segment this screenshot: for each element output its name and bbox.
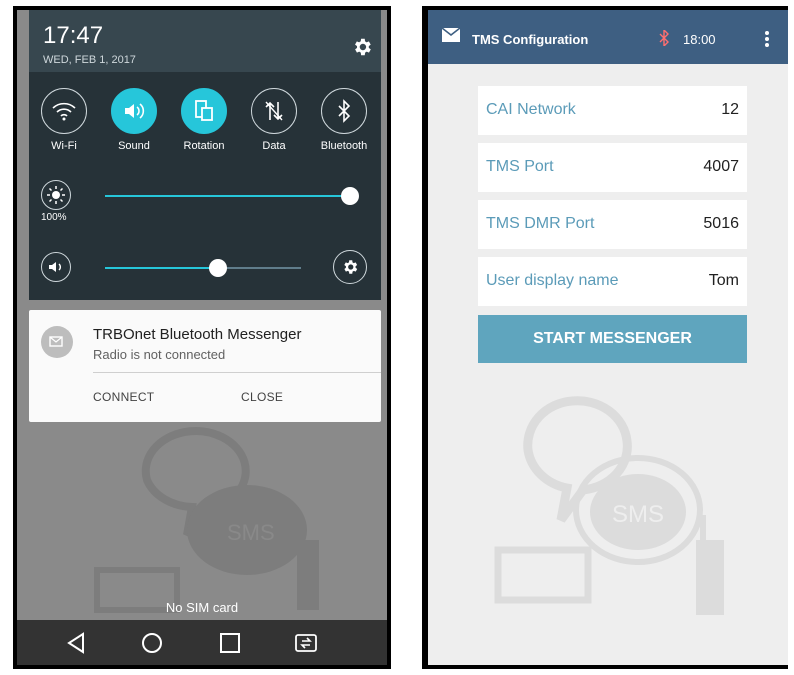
app-action-bar: TMS Configuration 18:00 bbox=[428, 10, 788, 64]
toggle-sound[interactable]: Sound bbox=[99, 88, 169, 158]
bluetooth-status-icon bbox=[659, 30, 669, 46]
brightness-percent: 100% bbox=[41, 212, 67, 223]
toggle-label: Rotation bbox=[183, 140, 225, 152]
status-time: 18:00 bbox=[683, 32, 716, 47]
quick-settings-panel: 17:47 WED, FEB 1, 2017 Wi-Fi Sound Rotat… bbox=[29, 10, 381, 300]
back-icon[interactable] bbox=[59, 627, 93, 659]
overflow-menu-icon[interactable] bbox=[764, 30, 770, 48]
navigation-bar bbox=[17, 620, 387, 665]
tms-dmr-port-field[interactable]: TMS DMR Port 5016 bbox=[478, 200, 747, 249]
notification-divider bbox=[93, 372, 381, 373]
mail-icon bbox=[442, 28, 460, 42]
toggle-rotation[interactable]: Rotation bbox=[169, 88, 239, 158]
field-label: CAI Network bbox=[486, 101, 576, 118]
recents-icon[interactable] bbox=[213, 627, 247, 659]
field-value[interactable]: 12 bbox=[721, 101, 739, 119]
clock-date: WED, FEB 1, 2017 bbox=[43, 54, 136, 66]
right-phone-screen: TMS Configuration 18:00 CAI Network 12 T… bbox=[428, 10, 788, 665]
field-value[interactable]: Tom bbox=[709, 272, 739, 290]
field-label: User display name bbox=[486, 272, 619, 289]
toggle-data[interactable]: Data bbox=[239, 88, 309, 158]
tms-port-field[interactable]: TMS Port 4007 bbox=[478, 143, 747, 192]
close-button[interactable]: CLOSE bbox=[241, 390, 283, 404]
toggle-wifi[interactable]: Wi-Fi bbox=[29, 88, 99, 158]
messenger-notification[interactable]: TRBOnet Bluetooth Messenger Radio is not… bbox=[29, 310, 381, 422]
field-value[interactable]: 5016 bbox=[703, 215, 739, 233]
app-title: TMS Configuration bbox=[472, 32, 589, 47]
field-label: TMS Port bbox=[486, 158, 554, 175]
field-label: TMS DMR Port bbox=[486, 215, 595, 232]
watermark-sms-text: SMS bbox=[612, 501, 664, 528]
volume-thumb[interactable] bbox=[209, 259, 227, 277]
quick-settings-toggles: Wi-Fi Sound Rotation Data Bluetooth bbox=[29, 88, 381, 158]
brightness-icon bbox=[41, 180, 71, 210]
field-value[interactable]: 4007 bbox=[703, 158, 739, 176]
background-sms-text: SMS bbox=[227, 520, 275, 545]
connect-button[interactable]: CONNECT bbox=[93, 390, 154, 404]
toggle-label: Wi-Fi bbox=[51, 140, 77, 152]
home-icon[interactable] bbox=[135, 627, 169, 659]
toggle-label: Sound bbox=[118, 140, 150, 152]
sim-status-text: No SIM card bbox=[165, 600, 239, 615]
data-icon bbox=[251, 88, 297, 134]
brightness-thumb[interactable] bbox=[341, 187, 359, 205]
message-app-icon bbox=[41, 326, 73, 358]
rotation-icon bbox=[181, 88, 227, 134]
notification-text: Radio is not connected bbox=[93, 347, 226, 362]
sms-background-illustration: SMS bbox=[94, 427, 319, 613]
volume-slider-row bbox=[29, 250, 381, 290]
dual-window-icon[interactable] bbox=[289, 627, 323, 659]
brightness-slider-row: 100% bbox=[29, 178, 381, 223]
bluetooth-icon bbox=[321, 88, 367, 134]
left-phone-screen: SMS 17:47 WED, FEB 1, 2017 Wi-Fi Sound R… bbox=[17, 10, 387, 665]
sms-watermark-illustration: SMS bbox=[494, 395, 724, 615]
toggle-label: Data bbox=[262, 140, 286, 152]
toggle-bluetooth[interactable]: Bluetooth bbox=[309, 88, 379, 158]
volume-track[interactable] bbox=[105, 267, 217, 269]
quick-settings-header: 17:47 WED, FEB 1, 2017 bbox=[29, 10, 381, 72]
user-display-name-field[interactable]: User display name Tom bbox=[478, 257, 747, 306]
brightness-track[interactable] bbox=[105, 195, 349, 197]
toggle-label: Bluetooth bbox=[320, 140, 368, 152]
volume-icon bbox=[111, 88, 157, 134]
settings-gear-icon[interactable] bbox=[351, 36, 373, 58]
volume-track-rest[interactable] bbox=[217, 267, 301, 269]
sound-settings-gear-icon[interactable] bbox=[333, 250, 367, 284]
start-messenger-button[interactable]: START MESSENGER bbox=[478, 315, 747, 363]
cai-network-field[interactable]: CAI Network 12 bbox=[478, 86, 747, 135]
volume-small-icon bbox=[41, 252, 71, 282]
wifi-icon bbox=[41, 88, 87, 134]
notification-title: TRBOnet Bluetooth Messenger bbox=[93, 326, 302, 343]
clock-time: 17:47 bbox=[43, 22, 104, 49]
